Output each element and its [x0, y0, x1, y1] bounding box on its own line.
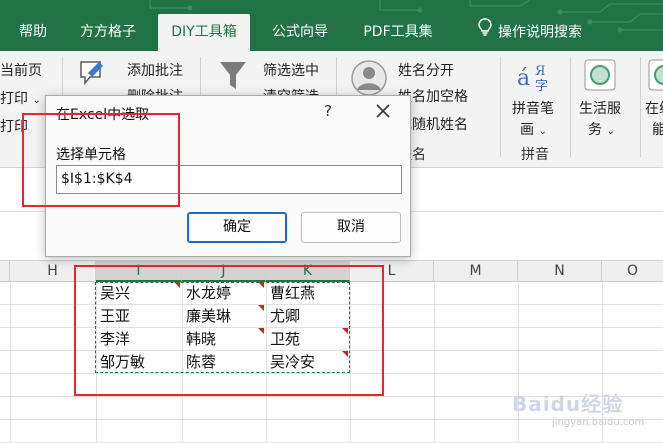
lightbulb-icon	[478, 14, 492, 51]
funnel-icon	[218, 59, 248, 97]
filter-select-button[interactable]: 筛选选中	[263, 60, 319, 80]
ribbon-divider	[570, 57, 571, 157]
pinyin-icon: á Я 字	[517, 59, 555, 97]
tab-search-label: 操作说明搜索	[498, 24, 582, 41]
tab-fangfange[interactable]: 方方格子	[68, 14, 148, 51]
tab-pdf-tools[interactable]: PDF工具集	[350, 14, 446, 51]
ribbon-print-1[interactable]: 打印 ⌄	[0, 88, 41, 108]
column-header-o[interactable]: O	[602, 261, 663, 282]
cancel-button[interactable]: 取消	[301, 212, 401, 243]
life-service-button[interactable]: 生活服	[579, 98, 621, 118]
tab-diy-toolbox[interactable]: DIY工具箱	[158, 14, 250, 51]
pinyin-stroke-button[interactable]: 拼音笔	[512, 98, 554, 118]
column-header-n[interactable]: N	[518, 261, 602, 282]
column-header-m[interactable]: M	[434, 261, 518, 282]
online-button[interactable]: 在线	[645, 98, 663, 118]
pinyin-line2-label: 画	[520, 122, 534, 138]
life-service-button-line2[interactable]: 务 ⌄	[588, 119, 615, 139]
ribbon-current-page[interactable]: 当前页	[0, 60, 42, 80]
life-line2-label: 务	[588, 122, 602, 138]
life-service-icon	[584, 59, 616, 95]
pinyin-group-label: 拼音	[521, 147, 549, 163]
pinyin-stroke-button-line2[interactable]: 画 ⌄	[520, 119, 547, 139]
row-header-corner[interactable]	[0, 261, 10, 282]
annotation-box-input	[22, 113, 180, 207]
tab-formula-wizard[interactable]: 公式向导	[262, 14, 338, 51]
watermark-sub: jingyan.baidu.com	[552, 417, 645, 428]
print-label: 打印	[0, 91, 28, 107]
online-button-line2[interactable]: 能	[652, 119, 663, 139]
ok-button[interactable]: 确定	[187, 212, 287, 243]
split-name-button[interactable]: 姓名分开	[398, 60, 454, 80]
svg-text:Я: Я	[535, 64, 546, 79]
add-comment-button[interactable]: 添加批注	[127, 60, 183, 80]
comment-pencil-icon	[78, 57, 106, 91]
baidu-watermark: Baidu经验 jingyan.baidu.com	[512, 388, 644, 428]
dialog-help-button[interactable]: ?	[320, 102, 336, 120]
svg-text:字: 字	[535, 79, 548, 93]
ribbon-divider	[640, 57, 641, 157]
annotation-box-cells	[74, 265, 384, 396]
ribbon-divider	[500, 57, 501, 157]
svg-text:á: á	[517, 66, 530, 91]
tab-help[interactable]: 帮助	[10, 14, 56, 51]
chevron-down-icon: ⌄	[538, 126, 547, 137]
ribbon-tab-bar: 帮助 方方格子 DIY工具箱 公式向导 PDF工具集 操作说明搜索	[0, 0, 663, 51]
close-icon[interactable]	[371, 100, 395, 122]
online-icon	[648, 59, 663, 95]
chevron-down-icon: ⌄	[32, 95, 41, 106]
watermark-brand: Baidu经验	[512, 392, 624, 416]
tab-search[interactable]: 操作说明搜索	[460, 14, 600, 51]
chevron-down-icon: ⌄	[606, 126, 615, 137]
